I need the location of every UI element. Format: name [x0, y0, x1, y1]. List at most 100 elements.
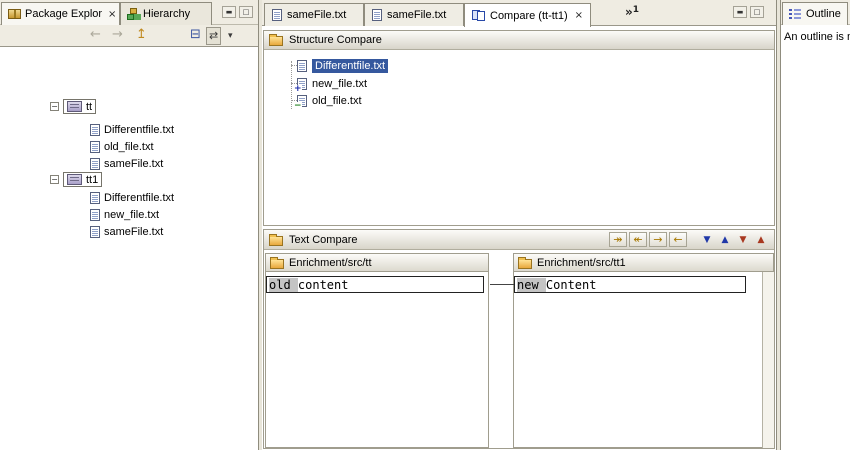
tree-item[interactable]: sameFile.txt [90, 155, 163, 172]
maximize-icon[interactable]: □ [750, 6, 764, 18]
tree-item[interactable]: sameFile.txt [90, 223, 163, 240]
minimize-icon[interactable]: ▬ [222, 6, 236, 18]
package-explorer-tree: − tt Differentfile.txt old_file.txt same… [0, 47, 258, 450]
left-view-window-controls: ▬ □ [222, 6, 253, 18]
tree-item-label: sameFile.txt [104, 157, 164, 170]
outline-message: An outline is not available. [784, 31, 850, 43]
collapse-icon[interactable]: − [50, 175, 59, 184]
text-compare-panel: Text Compare ↠ ↞ → ← ▼ ▲ ▼ ▲ Enrichment/… [263, 229, 775, 449]
left-text-pane[interactable] [265, 272, 489, 448]
tab-hierarchy[interactable]: Hierarchy [120, 2, 212, 25]
editor-window-controls: ▬ □ [733, 6, 764, 18]
tab-label: Compare (tt-tt1) [490, 9, 568, 22]
tree-node-focus[interactable]: tt1 [63, 172, 103, 187]
forward-icon[interactable]: → [112, 25, 123, 45]
editor-area: sameFile.txt sameFile.txt Compare (tt-tt… [262, 0, 777, 450]
tab-label: Hierarchy [143, 8, 191, 20]
changed-text: new [517, 277, 546, 292]
right-pane-header: Enrichment/src/tt1 [513, 253, 774, 272]
outline-view: Outline An outline is not available. [780, 0, 850, 450]
file-icon [90, 157, 100, 170]
structure-item-differentfile[interactable]: Differentfile.txt [290, 57, 389, 74]
tab-package-explorer[interactable]: Package Explor × [1, 2, 120, 25]
tree-item[interactable]: Differentfile.txt [90, 121, 174, 138]
structure-compare-title: Structure Compare [289, 34, 382, 46]
overview-ruler[interactable] [762, 272, 774, 448]
tree-item[interactable]: old_file.txt [90, 138, 154, 155]
copy-all-right-to-left-icon[interactable]: ↞ [629, 232, 647, 247]
next-difference-icon[interactable]: ▼ [699, 232, 715, 247]
next-change-icon[interactable]: ▼ [735, 232, 751, 247]
file-icon [90, 123, 100, 136]
file-icon [90, 225, 100, 238]
compare-icon [472, 10, 485, 21]
structure-item-newfile[interactable]: new_file.txt [290, 75, 368, 93]
tab-label: Outline [806, 8, 841, 20]
tree-item[interactable]: Differentfile.txt [90, 189, 174, 206]
tab-label: sameFile.txt [287, 9, 347, 21]
tab-outline[interactable]: Outline [782, 2, 848, 25]
tree-item-label: sameFile.txt [104, 225, 164, 238]
file-icon [297, 59, 307, 72]
back-icon[interactable]: ← [90, 25, 101, 45]
link-with-editor-icon[interactable]: ⇄ [206, 27, 222, 45]
minimize-icon[interactable]: ▬ [733, 6, 747, 18]
text-compare-header: Text Compare ↠ ↞ → ← ▼ ▲ ▼ ▲ [264, 230, 774, 250]
tree-node-label: tt [86, 100, 93, 113]
structure-item-oldfile[interactable]: old_file.txt [291, 92, 362, 110]
close-icon[interactable]: × [575, 10, 583, 21]
folder-icon [269, 233, 283, 246]
left-pane-path: Enrichment/src/tt [289, 256, 372, 269]
file-icon [90, 191, 100, 204]
view-menu-icon[interactable]: ▾ [228, 25, 233, 47]
chevron-icon: » [625, 5, 633, 19]
up-level-icon[interactable]: ↥ [136, 25, 147, 45]
close-icon[interactable]: × [108, 9, 116, 20]
editor-tab-compare[interactable]: Compare (tt-tt1) × [464, 3, 592, 27]
text-compare-title: Text Compare [289, 233, 358, 246]
tab-label: Package Explor [25, 8, 103, 20]
file-icon [90, 140, 100, 153]
tree-node-tt[interactable]: − tt [50, 98, 97, 115]
unchanged-text: Content [545, 277, 597, 292]
hidden-editors-count: 1 [632, 5, 640, 15]
file-icon [372, 9, 382, 21]
project-icon [67, 101, 82, 112]
copy-right-to-left-icon[interactable]: ← [669, 232, 687, 247]
tab-label: sameFile.txt [387, 9, 447, 21]
tree-item[interactable]: new_file.txt [90, 206, 159, 223]
editor-tab-samefile-1[interactable]: sameFile.txt [264, 3, 364, 26]
tree-item-label: Differentfile.txt [104, 191, 175, 204]
hierarchy-icon [127, 8, 139, 20]
left-view-toolbar: ← → ↥ ⊟ ⇄ ▾ [0, 25, 258, 47]
collapse-icon[interactable]: − [50, 102, 59, 111]
structure-item-label: new_file.txt [312, 77, 368, 90]
file-icon [272, 9, 282, 21]
maximize-icon[interactable]: □ [239, 6, 253, 18]
copy-all-left-to-right-icon[interactable]: ↠ [609, 232, 627, 247]
editor-tab-samefile-2[interactable]: sameFile.txt [364, 3, 464, 26]
copy-left-to-right-icon[interactable]: → [649, 232, 667, 247]
tree-node-focus[interactable]: tt [63, 99, 97, 114]
folder-icon [518, 256, 532, 269]
tree-item-label: Differentfile.txt [104, 123, 175, 136]
tree-item-label: new_file.txt [104, 208, 160, 221]
file-added-icon [294, 77, 307, 93]
structure-compare-panel: Structure Compare Differentfile.txt new_… [263, 30, 775, 226]
outline-tab-bar: Outline [781, 0, 850, 25]
tree-node-tt1[interactable]: − tt1 [50, 171, 103, 188]
previous-difference-icon[interactable]: ▲ [717, 232, 733, 247]
right-text-pane[interactable] [513, 272, 774, 448]
folder-icon [269, 34, 283, 46]
tree-item-label: old_file.txt [104, 140, 154, 153]
right-diff-line[interactable]: new Content [514, 276, 746, 293]
file-icon [90, 208, 100, 221]
left-diff-line[interactable]: old content [266, 276, 484, 293]
folder-icon [270, 256, 284, 269]
previous-change-icon[interactable]: ▲ [753, 232, 769, 247]
editor-tab-bar: sameFile.txt sameFile.txt Compare (tt-tt… [262, 0, 776, 27]
hidden-editors-chevron[interactable]: »1 [625, 5, 639, 19]
collapse-all-icon[interactable]: ⊟ [190, 25, 201, 45]
structure-item-label: Differentfile.txt [312, 58, 389, 73]
file-removed-icon [294, 94, 307, 110]
